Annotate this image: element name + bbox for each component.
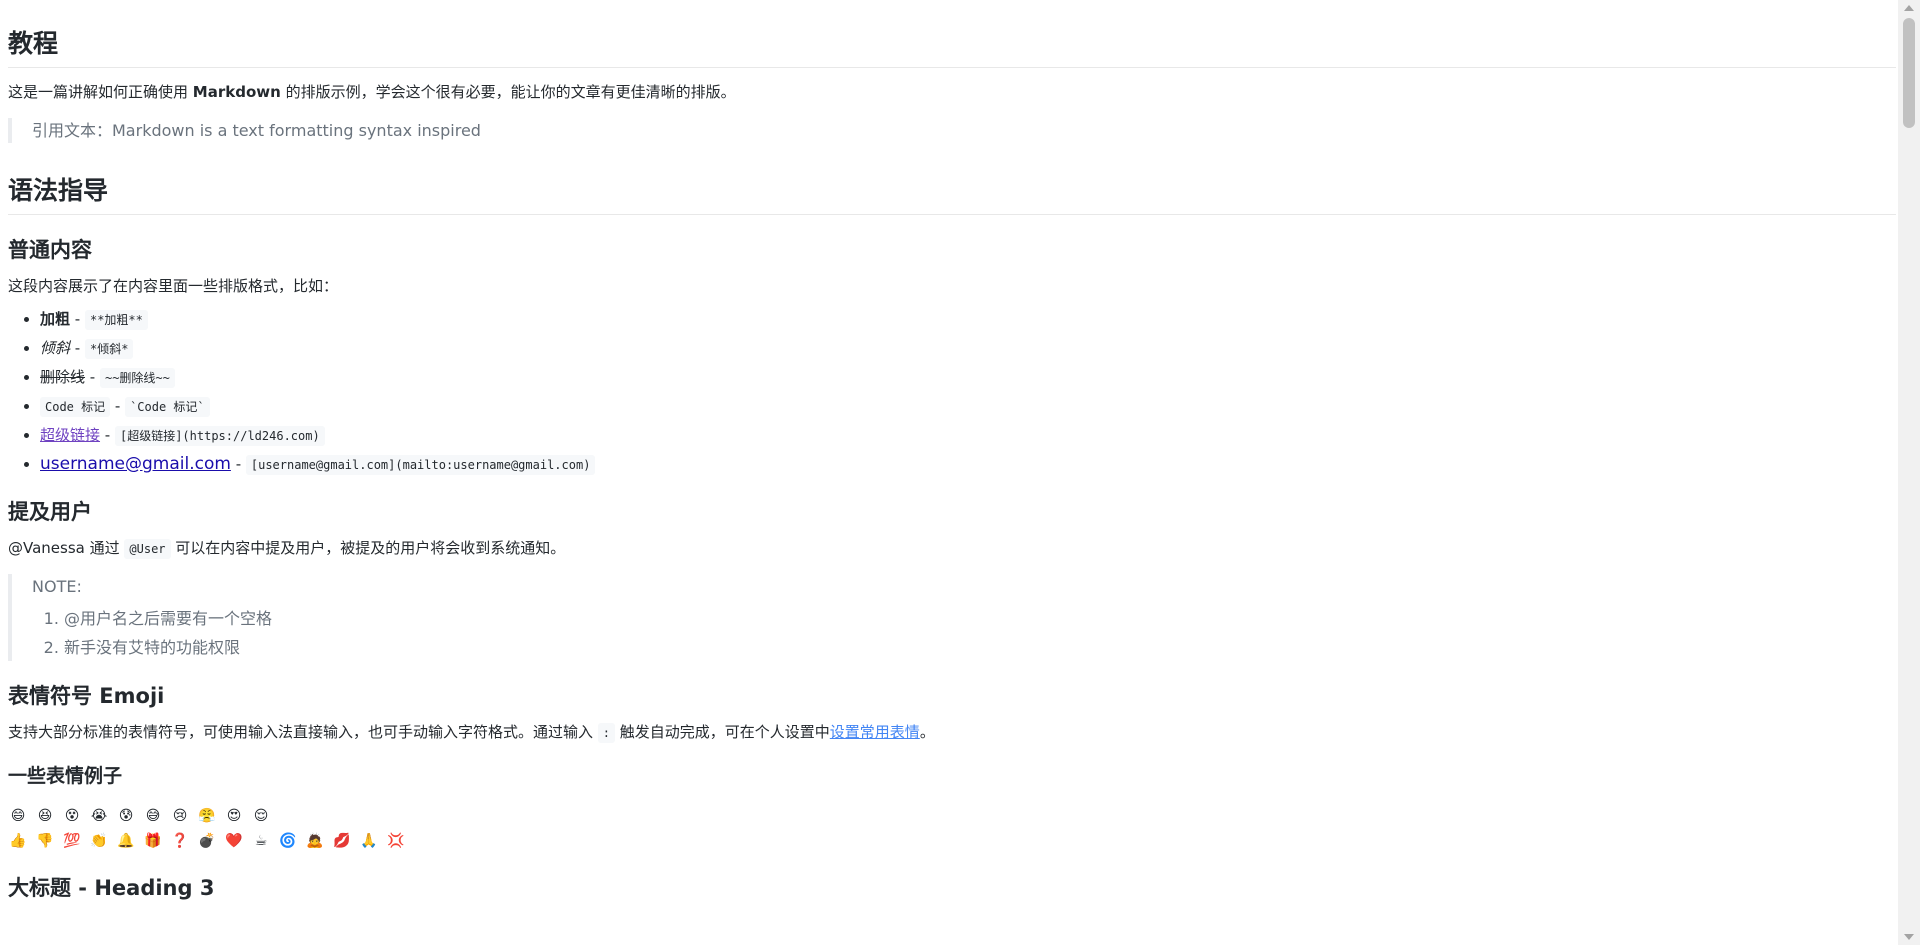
mail-link[interactable]: username@gmail.com [40,454,231,474]
emoji: 😤 [198,807,216,824]
emoji: 🙏 [360,832,378,849]
emoji: 😵 [64,807,80,824]
note-item: @用户名之后需要有一个空格 [64,606,1896,632]
emoji: 😭 [90,807,108,824]
heading-mention: 提及用户 [8,499,92,524]
emoji: 😆 [37,807,53,824]
emoji-settings-link[interactable]: 设置常用表情 [830,723,920,741]
emoji: 😄 [10,807,26,824]
emoji: 😌 [253,807,269,824]
scroll-up-arrow-icon[interactable] [1904,5,1914,11]
quote-block: 引用文本：Markdown is a text formatting synta… [8,117,1896,144]
list-item-code: Code 标记 - `Code 标记` [40,395,1896,419]
emoji-row: 😄 😆 😵 😭 😰 😅 😢 😤 😍 😌 [8,803,1896,828]
heading-tutorial: 教程 [8,0,1896,68]
intro-bold: Markdown [192,82,281,101]
emoji: 😰 [118,807,134,824]
list-item-mail: username@gmail.com - [username@gmail.com… [40,453,1896,477]
emoji: 🙇 [306,832,324,849]
emoji: 💢 [387,832,405,849]
emoji: 💋 [333,832,351,849]
emoji: 🔔 [117,832,135,849]
emoji: ☕ [254,832,268,849]
list-item-italic: 倾斜 - *倾斜* [40,337,1896,361]
emoji: 💯 [63,832,81,849]
emoji: 😅 [145,807,161,824]
markdown-content: 教程 这是一篇讲解如何正确使用 Markdown 的排版示例，学会这个很有必要，… [0,0,1896,945]
emoji: ❓ [171,832,189,849]
emoji: 👎 [36,832,54,849]
emoji-examples: 😄 😆 😵 😭 😰 😅 😢 😤 😍 😌 👍 👎 💯 👏 🔔 🎁 ❓ 💣 ❤️ ☕ 🌀 🙇 💋 🙏 💢 [8,803,1896,853]
note-list: @用户名之后需要有一个空格 新手没有艾特的功能权限 [32,606,1896,661]
emoji: ❤️ [225,832,243,849]
list-item-link: 超级链接 - [超级链接](https://ld246.com) [40,424,1896,448]
heading-emoji-examples: 一些表情例子 [8,765,123,788]
hyperlink[interactable]: 超级链接 [40,426,100,444]
heading-emoji: 表情符号 Emoji [8,683,165,708]
emoji: 😍 [226,807,242,824]
mention-user: @Vanessa [8,539,85,558]
vertical-scrollbar[interactable] [1898,0,1920,945]
scrollbar-thumb[interactable] [1903,18,1915,128]
heading-syntax: 语法指导 [8,157,1896,215]
heading-heading3: 大标题 - Heading 3 [8,875,215,900]
note-block: NOTE: @用户名之后需要有一个空格 新手没有艾特的功能权限 [8,574,1896,661]
emoji-row: 👍 👎 💯 👏 🔔 🎁 ❓ 💣 ❤️ ☕ 🌀 🙇 💋 🙏 💢 [8,828,1896,853]
emoji: 💣 [198,832,216,849]
mention-paragraph: @Vanessa 通过 @User 可以在内容中提及用户，被提及的用户将会收到系… [8,539,566,560]
emoji: 🎁 [144,832,162,849]
scroll-down-arrow-icon[interactable] [1904,934,1914,940]
emoji-desc: 支持大部分标准的表情符号，可使用输入法直接输入，也可手动输入字符格式。通过输入 … [8,723,935,744]
heading-normal-content: 普通内容 [8,237,92,262]
note-title: NOTE: [32,577,82,597]
emoji: 👍 [9,832,27,849]
format-list: 加粗 - **加粗** 倾斜 - *倾斜* 删除线 - ~~删除线~~ Code… [8,308,1896,477]
emoji: 🌀 [279,832,297,849]
emoji: 👏 [90,832,108,849]
note-item: 新手没有艾特的功能权限 [64,635,1896,661]
list-item-strike: 删除线 - ~~删除线~~ [40,366,1896,390]
emoji: 😢 [172,807,188,824]
normal-desc: 这段内容展示了在内容里面一些排版格式，比如： [8,276,339,295]
intro-paragraph: 这是一篇讲解如何正确使用 Markdown 的排版示例，学会这个很有必要，能让你… [8,82,736,101]
list-item-bold: 加粗 - **加粗** [40,308,1896,332]
